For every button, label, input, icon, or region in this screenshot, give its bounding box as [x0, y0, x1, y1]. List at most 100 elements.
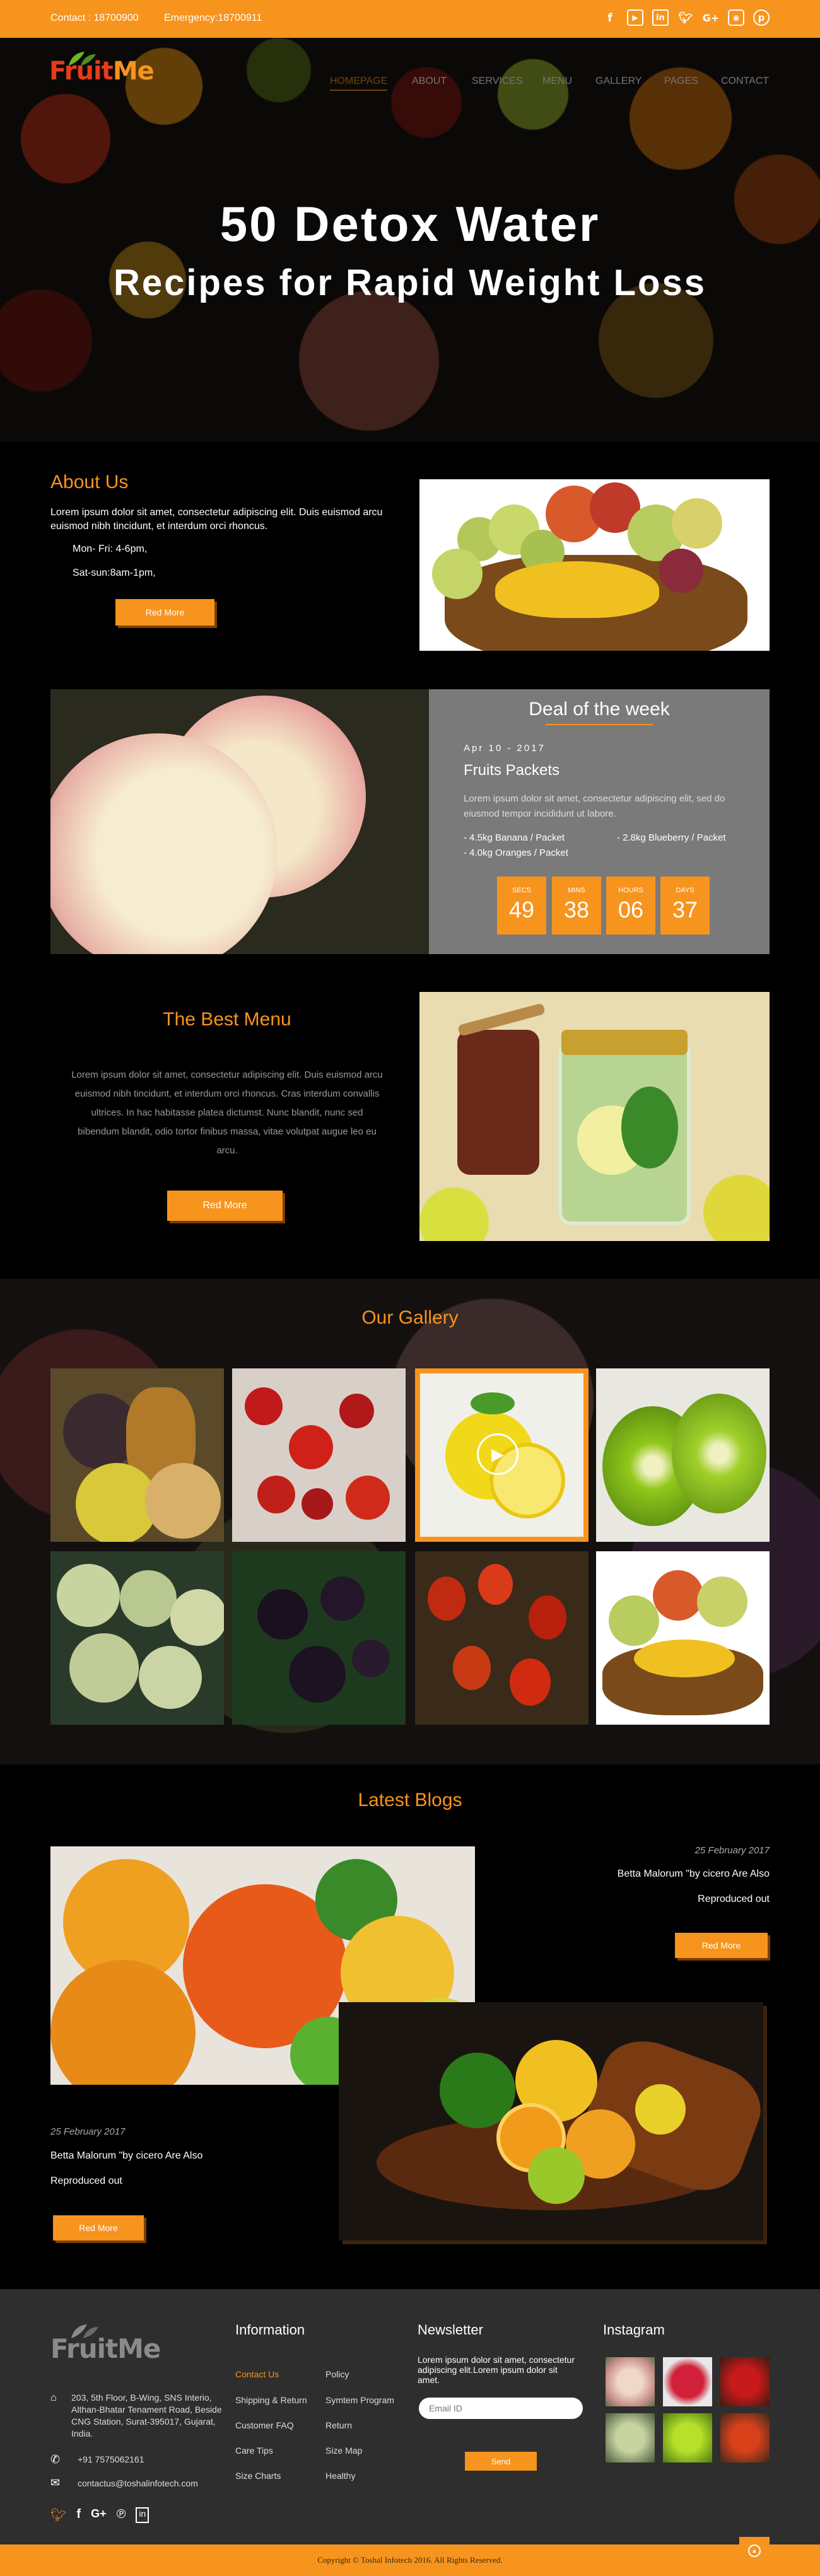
footer-link-care-tips[interactable]: Care Tips: [235, 2445, 273, 2456]
instagram-thumb-custard-apples[interactable]: [606, 2413, 655, 2462]
nav-pages[interactable]: PAGES: [664, 76, 698, 87]
emergency-phone: Emergency:18700911: [164, 13, 262, 23]
about-read-more-button[interactable]: Red More: [115, 599, 214, 626]
footer-link-healthy[interactable]: Healthy: [325, 2471, 355, 2481]
blog-citrus-image: [339, 2002, 763, 2241]
menu-read-more-button[interactable]: Red More: [167, 1191, 283, 1221]
youtube-icon[interactable]: ▶: [627, 9, 643, 26]
countdown-hours: HOURS 06: [606, 877, 655, 935]
footer-link-size-charts[interactable]: Size Charts: [235, 2471, 281, 2481]
blog-post2-line2: Reproduced out: [50, 2176, 122, 2186]
pinterest-icon[interactable]: p: [753, 9, 770, 26]
deal-title-underline: [546, 724, 653, 725]
facebook-icon[interactable]: f: [76, 2507, 81, 2523]
hero-title-line2: Recipes for Rapid Weight Loss: [114, 262, 706, 303]
linkedin-icon[interactable]: in: [136, 2507, 149, 2523]
newsletter-send-button[interactable]: Send: [465, 2452, 537, 2471]
footer-link-shipping[interactable]: Shipping & Return: [235, 2395, 307, 2405]
deal-description: Lorem ipsum dolor sit amet, consectetur …: [464, 793, 725, 819]
nav-contact[interactable]: CONTACT: [721, 76, 769, 87]
blog-post1-line1: Betta Malorum "by cicero Are Also: [617, 1868, 770, 1879]
footer-info-title: Information: [235, 2322, 305, 2338]
newsletter-text: Lorem ipsum dolor sit amet, consectetur …: [418, 2355, 575, 2385]
about-text: Lorem ipsum dolor sit amet, consectetur …: [50, 507, 383, 532]
logo-me: Me: [112, 57, 155, 86]
top-bar: Contact : 18700900 Emergency:18700911 f …: [0, 0, 820, 38]
blog-post1-date: 25 February 2017: [694, 1845, 770, 1856]
hero-banner: FruitMe HOMEPAGE ABOUT SERVICES MENU GAL…: [0, 38, 820, 441]
gallery-item-blackberries[interactable]: [232, 1551, 406, 1725]
leaf-icon: [69, 52, 96, 66]
google-plus-icon[interactable]: G+: [91, 2507, 107, 2523]
footer-link-contact-us[interactable]: Contact Us: [235, 2369, 279, 2379]
gallery-item-red-berries[interactable]: [232, 1368, 406, 1542]
blog-post2-line1: Betta Malorum "by cicero Are Also: [50, 2150, 203, 2161]
footer-link-faq[interactable]: Customer FAQ: [235, 2420, 294, 2430]
hero-title-line1: 50 Detox Water: [220, 196, 600, 252]
countdown-mins: MINS 38: [552, 877, 601, 935]
menu-section: The Best Menu: [50, 1009, 404, 1030]
twitter-icon[interactable]: 🐦︎: [677, 9, 694, 26]
linkedin-icon[interactable]: in: [652, 9, 669, 26]
blog-post2-read-more-button[interactable]: Red More: [53, 2215, 144, 2241]
nav-services[interactable]: SERVICES: [472, 76, 523, 87]
footer-link-system-program[interactable]: Symtem Program: [325, 2395, 394, 2405]
blogs-heading: Latest Blogs: [0, 1790, 820, 1811]
gallery-item-rosehips[interactable]: [415, 1551, 589, 1725]
instagram-thumb-kiwi[interactable]: [663, 2413, 712, 2462]
back-to-top-button[interactable]: ▲: [739, 2537, 770, 2565]
pinterest-icon[interactable]: ℗: [117, 2507, 126, 2523]
menu-title: The Best Menu: [163, 1009, 291, 1030]
blog-post2-date: 25 February 2017: [50, 2126, 126, 2137]
phone-icon: ✆: [50, 2453, 61, 2466]
footer-email[interactable]: contactus@toshalinfotech.com: [78, 2478, 198, 2488]
footer-phone: +91 7575062161: [78, 2454, 144, 2464]
footer: FruitMe ⌂ 203, 5th Floor, B-Wing, SNS In…: [0, 2289, 820, 2576]
about-fruit-basket-image: [419, 479, 770, 651]
gallery-title: Our Gallery: [361, 1307, 459, 1328]
gallery-item-kiwi[interactable]: [596, 1368, 770, 1542]
instagram-thumb-peach[interactable]: [606, 2357, 655, 2406]
google-plus-icon[interactable]: G+: [703, 9, 720, 26]
nav-menu[interactable]: MENU: [542, 76, 572, 87]
instagram-thumb-raspberries[interactable]: [663, 2357, 712, 2406]
copyright-text: Copyright © Toshal Infotech 2016. All Ri…: [317, 2555, 503, 2565]
instagram-thumb-rosehips[interactable]: [720, 2413, 770, 2462]
menu-text: Lorem ipsum dolor sit amet, consectetur …: [71, 1069, 383, 1156]
instagram-thumb-berries[interactable]: [720, 2357, 770, 2406]
countdown-secs: SECS 49: [497, 877, 546, 935]
gallery-item-fruit-basket[interactable]: [596, 1551, 770, 1725]
gallery-item-lemons-video[interactable]: ▶: [415, 1368, 589, 1542]
logo[interactable]: FruitMe: [49, 52, 155, 86]
footer-link-return[interactable]: Return: [325, 2420, 352, 2430]
menu-detox-jar-image: [419, 992, 770, 1241]
newsletter-email-input[interactable]: [419, 2398, 583, 2419]
gallery-item-custard-apples[interactable]: [50, 1551, 224, 1725]
play-icon[interactable]: ▶: [477, 1433, 518, 1475]
blog-post1-read-more-button[interactable]: Red More: [675, 1933, 768, 1958]
footer-link-size-map[interactable]: Size Map: [325, 2445, 362, 2456]
footer-logo[interactable]: FruitMe: [50, 2324, 161, 2364]
gallery-item-grapes-pears[interactable]: [50, 1368, 224, 1542]
gallery-heading: Our Gallery: [0, 1307, 820, 1329]
twitter-icon[interactable]: 🐦︎: [50, 2507, 66, 2523]
about-hours-weekend: Sat-sun:8am-1pm,: [73, 568, 156, 578]
nav-homepage[interactable]: HOMEPAGE: [330, 76, 388, 91]
social-links-top: f ▶ in 🐦︎ G+ ◉ p: [602, 9, 770, 26]
footer-instagram-title: Instagram: [603, 2322, 665, 2338]
contact-phone: Contact : 18700900: [50, 13, 139, 23]
nav-gallery[interactable]: GALLERY: [595, 76, 642, 87]
facebook-icon[interactable]: f: [602, 9, 618, 26]
countdown-days: DAYS 37: [660, 877, 710, 935]
deal-item-banana: - 4.5kg Banana / Packet: [464, 832, 565, 843]
footer-link-policy[interactable]: Policy: [325, 2369, 349, 2379]
deal-item-oranges: - 4.0kg Oranges / Packet: [464, 848, 568, 858]
deal-title: Deal of the week: [529, 699, 670, 720]
about-title: About Us: [50, 472, 129, 492]
deal-peach-image: [50, 689, 429, 954]
chevron-up-icon: ▲: [748, 2544, 761, 2557]
nav-about[interactable]: ABOUT: [412, 76, 447, 87]
footer-address: 203, 5th Floor, B-Wing, SNS Interio, Alt…: [71, 2392, 222, 2439]
instagram-icon[interactable]: ◉: [728, 9, 744, 26]
email-icon: ✉: [50, 2476, 61, 2489]
